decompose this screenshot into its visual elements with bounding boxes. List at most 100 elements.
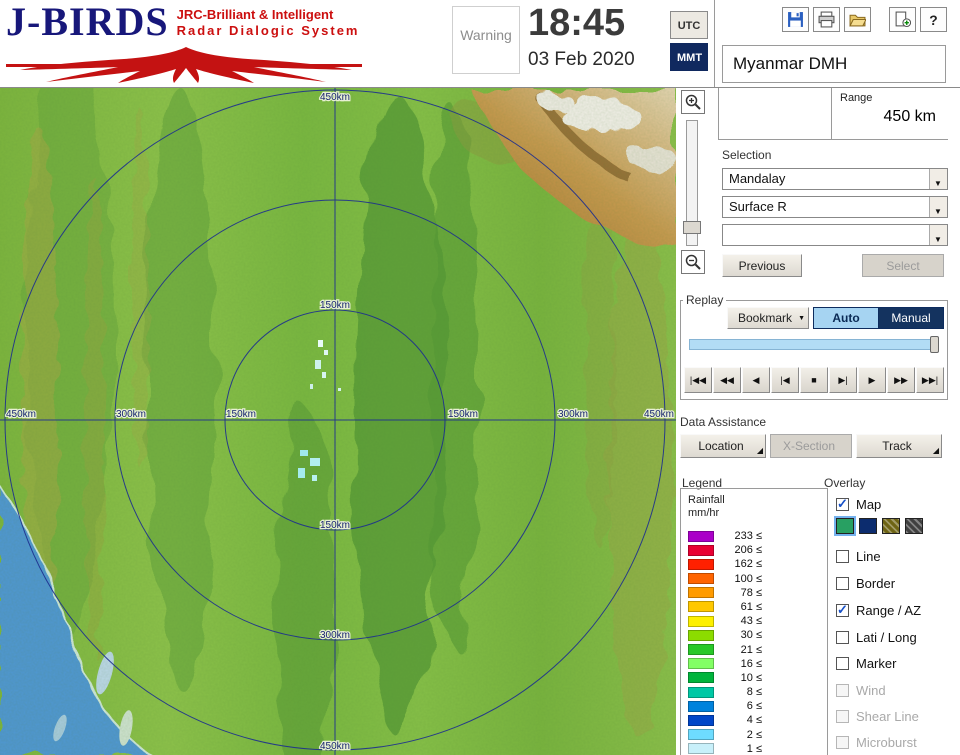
help-button[interactable]: ?: [920, 7, 947, 32]
map-swatch-navy[interactable]: [859, 518, 877, 534]
overlay-item-range-az[interactable]: Range / AZ: [836, 600, 921, 620]
overlay-label: Overlay: [824, 476, 866, 490]
overlay-item-line[interactable]: Line: [836, 546, 881, 566]
zoom-slider[interactable]: [683, 120, 701, 246]
legend-swatch: [688, 587, 714, 599]
play-button[interactable]: ▶: [858, 367, 886, 393]
header: J-BIRDS JRC-Brilliant & Intelligent Radar …: [0, 0, 960, 88]
svg-text:?: ?: [929, 12, 937, 28]
chevron-down-icon[interactable]: [929, 197, 947, 222]
legend-swatch: [688, 558, 714, 570]
chevron-down-icon[interactable]: [929, 169, 947, 194]
overlay-item-marker[interactable]: Marker: [836, 653, 896, 673]
replay-slider[interactable]: [689, 336, 939, 353]
toolbar: ?: [782, 7, 947, 32]
marker-checkbox[interactable]: [836, 656, 849, 670]
open-folder-button[interactable]: [844, 7, 871, 32]
legend-box: Rainfall mm/hr 233 ≤ 206 ≤ 162 ≤ 100 ≤ 7…: [680, 488, 828, 755]
svg-text:450km: 450km: [320, 741, 350, 752]
auto-button[interactable]: Auto: [813, 307, 879, 329]
warning-button[interactable]: Warning: [452, 6, 520, 74]
legend-row: 4 ≤: [688, 713, 821, 727]
zoom-out-button[interactable]: [681, 250, 705, 274]
location-button[interactable]: Location: [680, 434, 766, 458]
wind-checkbox[interactable]: [836, 683, 849, 697]
sub-product-select[interactable]: [722, 224, 948, 250]
header-divider: [714, 0, 715, 87]
legend-swatch: [688, 743, 714, 755]
overlay-item-microburst[interactable]: Microburst: [836, 732, 917, 752]
border-checkbox[interactable]: [836, 576, 849, 590]
overlay-item-map[interactable]: Map: [836, 494, 881, 514]
save-button[interactable]: [782, 7, 809, 32]
skip-end-button[interactable]: ▶▶|: [916, 367, 944, 393]
lati-long-checkbox[interactable]: [836, 630, 849, 644]
track-button[interactable]: Track: [856, 434, 942, 458]
replay-slider-handle[interactable]: [930, 336, 939, 353]
legend-swatch: [688, 714, 714, 726]
stop-button[interactable]: ■: [800, 367, 828, 393]
step-back-button[interactable]: |◀: [771, 367, 799, 393]
xsection-button[interactable]: X-Section: [770, 434, 852, 458]
legend-unit-1: Rainfall: [688, 494, 725, 506]
product-select[interactable]: Surface R: [722, 196, 948, 222]
mmt-button[interactable]: MMT: [670, 43, 708, 71]
legend-swatch: [688, 686, 714, 698]
legend-swatch: [688, 658, 714, 670]
legend-swatch: [688, 629, 714, 641]
legend-swatch: [688, 615, 714, 627]
zoom-in-icon: [685, 94, 701, 110]
overlay-item-shear-line[interactable]: Shear Line: [836, 706, 919, 726]
legend-swatch: [688, 700, 714, 712]
bookmark-button[interactable]: Bookmark: [727, 307, 809, 329]
legend-swatch: [688, 729, 714, 741]
microburst-checkbox[interactable]: [836, 735, 849, 749]
save-icon: [788, 12, 803, 27]
legend-row: 61 ≤: [688, 600, 821, 614]
svg-text:450km: 450km: [644, 409, 674, 420]
map-swatch-olive[interactable]: [882, 518, 900, 534]
radar-map[interactable]: 450km 300km 150km 150km 300km 450km 450k…: [0, 88, 676, 755]
site-select[interactable]: Mandalay: [722, 168, 948, 194]
range-value: 450 km: [883, 108, 936, 125]
shear-line-checkbox[interactable]: [836, 709, 849, 723]
svg-text:150km: 150km: [320, 300, 350, 311]
clock: 18:45 03 Feb 2020: [528, 0, 668, 86]
chevron-down-icon[interactable]: [929, 225, 947, 250]
fast-forward-button[interactable]: ▶▶: [887, 367, 915, 393]
zoom-slider-handle[interactable]: [683, 221, 701, 234]
map-checkbox[interactable]: [836, 496, 849, 512]
play-back-button[interactable]: ◀: [742, 367, 770, 393]
control-panel: Range 450 km Selection Mandalay Surface …: [676, 88, 960, 755]
utc-button[interactable]: UTC: [670, 11, 708, 39]
select-button[interactable]: Select: [862, 254, 944, 277]
step-forward-button[interactable]: ▶|: [829, 367, 857, 393]
legend-swatch: [688, 573, 714, 585]
print-button[interactable]: [813, 7, 840, 32]
zoom-in-button[interactable]: [681, 90, 705, 114]
line-checkbox[interactable]: [836, 549, 849, 563]
range-label: Range: [840, 92, 873, 104]
skip-start-button[interactable]: |◀◀: [684, 367, 712, 393]
legend-row: 233 ≤: [688, 529, 821, 543]
clock-time: 18:45: [528, 2, 626, 44]
map-swatch-green[interactable]: [836, 518, 854, 534]
range-display: Range 450 km: [831, 88, 948, 139]
svg-text:150km: 150km: [320, 520, 350, 531]
export-button[interactable]: [889, 7, 916, 32]
help-icon: ?: [929, 12, 937, 28]
manual-button[interactable]: Manual: [878, 307, 944, 329]
previous-button[interactable]: Previous: [722, 254, 802, 277]
overlay-item-border[interactable]: Border: [836, 573, 895, 593]
map-swatch-dark[interactable]: [905, 518, 923, 534]
selection-label: Selection: [722, 148, 772, 162]
rewind-button[interactable]: ◀◀: [713, 367, 741, 393]
svg-text:450km: 450km: [6, 409, 36, 420]
range-az-checkbox[interactable]: [836, 602, 849, 618]
svg-text:300km: 300km: [558, 409, 588, 420]
legend-row: 43 ≤: [688, 614, 821, 628]
replay-label: Replay: [683, 293, 727, 307]
overlay-item-wind[interactable]: Wind: [836, 680, 886, 700]
overlay-item-lati-long[interactable]: Lati / Long: [836, 627, 917, 647]
eagle-logo-icon: [6, 47, 362, 83]
